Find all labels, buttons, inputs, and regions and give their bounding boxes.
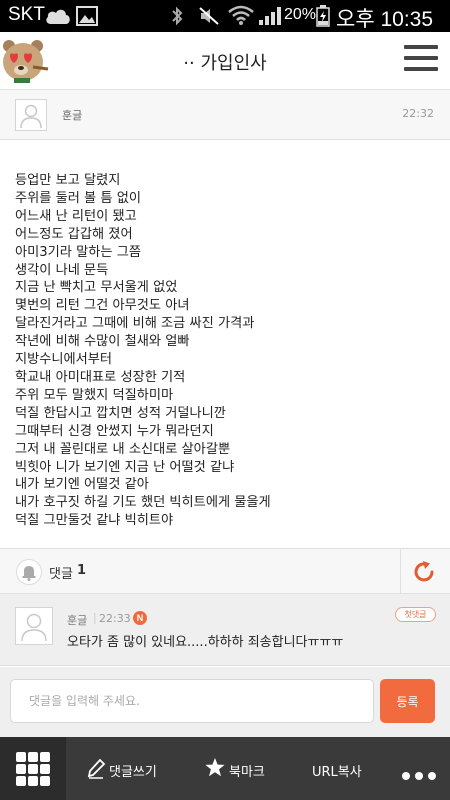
pencil-icon [86,757,106,783]
grid-icon [16,752,50,786]
comment-time: 22:33 [99,612,131,625]
post-line: 달라진거라고 그때에 비해 조금 싸진 가격과 [15,316,255,332]
battery-icon [316,5,330,31]
post-line: 주위 모두 말했지 덕질하미마 [15,387,174,403]
apps-grid-button[interactable] [0,737,66,800]
write-comment-button[interactable]: 댓글쓰기 [82,737,182,800]
post-line: 빅힛아 니가 보기엔 지금 난 어떨것 같냐 [15,459,235,475]
comment-item: 훈글 | 22:33 N 오타가 좀 많이 있네요.....하하하 죄송합니다ㅠ… [0,594,450,666]
comments-label: 댓글 [49,567,73,582]
comment-input[interactable] [10,679,374,723]
write-comment-label: 댓글쓰기 [109,765,157,780]
user-avatar-icon [15,99,47,131]
comment-input-row: 등록 [0,667,450,737]
post-line: 어느새 난 리턴이 됐고 [15,208,137,224]
bluetooth-icon [170,6,184,30]
post-line: 아미3기라 말하는 그쯤 [15,244,141,260]
comments-bar: 댓글 1 [0,548,450,595]
post-line: 몇번의 리턴 그건 아무것도 아녀 [15,298,190,314]
post-line: 어느정도 갑갑해 졌어 [15,226,133,242]
post-line: 그때부터 신경 안썼지 누가 뭐라던지 [15,423,214,439]
post-time: 22:32 [402,107,434,120]
user-avatar-icon [15,607,53,645]
copy-url-button[interactable]: URL복사 [312,737,382,800]
new-badge: N [133,611,147,625]
first-comment-badge[interactable]: 첫댓글 [395,607,436,622]
post-line: 학교내 아미대표로 성장한 기적 [15,369,186,385]
mute-icon [198,6,220,30]
status-clock: 오후 10:35 [336,8,434,31]
post-line: 주위를 둘러 볼 틈 없이 [15,190,141,206]
post-line: 지방수니에서부터 [15,352,113,368]
star-icon [204,757,226,782]
post-body: 등업만 보고 달렸지 주위를 둘러 볼 틈 없이 어느새 난 리턴이 됐고 어느… [15,172,435,530]
post-line: 덕질 한답시고 깝치면 성적 거덜나니깐 [15,405,226,421]
post-author[interactable]: 훈글 [62,107,82,123]
bell-icon [16,559,42,585]
refresh-icon[interactable] [410,558,440,586]
comment-separator: | [93,611,97,624]
carrier-label: SKT [8,4,45,25]
post-line: 지금 난 빡치고 무서울게 없었 [15,280,178,296]
more-icon[interactable] [402,765,441,784]
submit-comment-button[interactable]: 등록 [380,679,435,723]
bookmark-button[interactable]: 북마크 [204,737,284,800]
page-title: ·· 가입인사 [183,53,267,74]
bookmark-label: 북마크 [229,765,265,780]
comments-count: 1 [77,563,87,578]
divider [400,549,401,595]
cloud-icon [44,7,72,29]
post-line: 생각이 나네 문득 [15,262,109,278]
signal-icon [258,6,282,30]
wifi-icon [228,4,254,30]
post-header: 훈글 22:32 [0,90,450,140]
post-line: 등업만 보고 달렸지 [15,173,121,188]
post-line: 내가 보기엔 어떨것 같아 [15,477,149,493]
post-line: 내가 호구짓 하길 기도 했던 빅히트에게 물을게 [15,495,271,511]
comment-author[interactable]: 훈글 [67,612,87,628]
status-bar: SKT 20% 오후 10:35 [0,0,450,32]
post-line: 작년에 비해 수많이 철새와 얼빠 [15,334,190,350]
hamburger-menu-icon[interactable] [404,45,438,75]
battery-percent: 20% [284,6,317,23]
comment-text: 오타가 좀 많이 있네요.....하하하 죄송합니다ㅠㅠㅠ [67,635,344,650]
post-line: 그저 내 꼴린대로 내 소신대로 살아갈뿐 [15,441,231,457]
image-icon [76,6,98,30]
bottom-toolbar: 댓글쓰기 북마크 URL복사 [0,737,450,800]
post-line: 덕질 그만둘것 같냐 빅히트야 [15,513,174,529]
copy-url-label: URL복사 [312,765,362,780]
app-header: ·· 가입인사 [0,32,450,90]
